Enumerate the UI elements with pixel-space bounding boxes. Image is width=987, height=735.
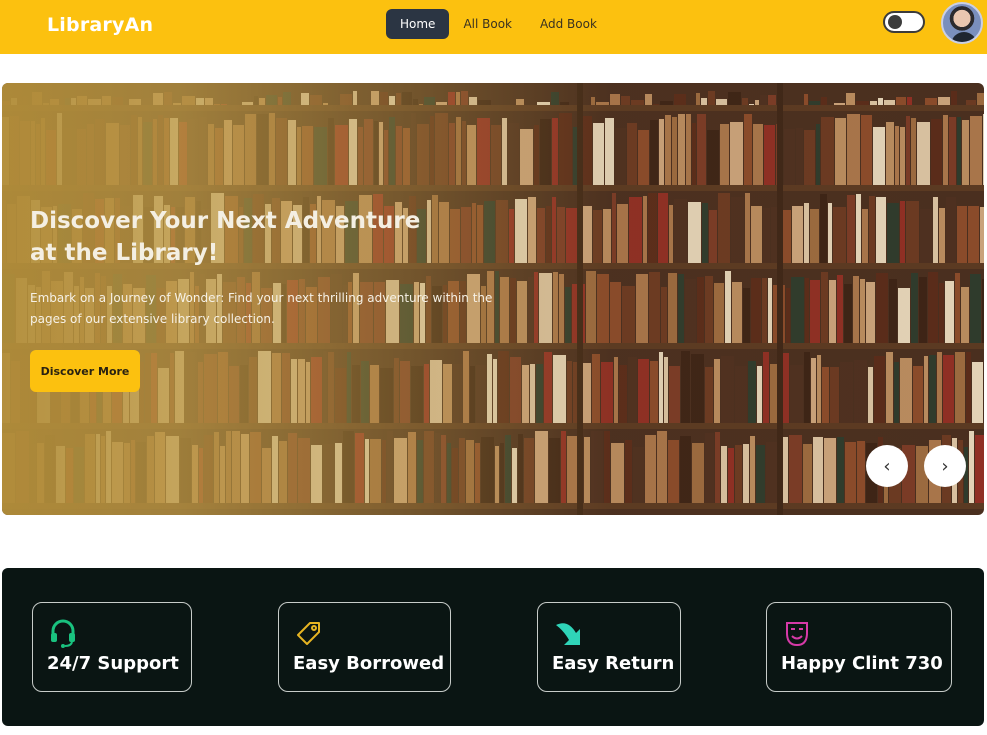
- feature-label: Easy Return: [552, 653, 675, 674]
- avatar[interactable]: [941, 2, 983, 44]
- nav-link-all-book[interactable]: All Book: [449, 9, 526, 39]
- carousel-next-button[interactable]: ›: [924, 445, 966, 487]
- headset-icon: [51, 619, 75, 648]
- masks-icon: [786, 622, 808, 647]
- feature-label: Easy Borrowed: [293, 653, 445, 674]
- nav-links: Home All Book Add Book: [386, 9, 611, 39]
- nav-link-home[interactable]: Home: [386, 9, 450, 39]
- hero-title: Discover Your Next Adventure at the Libr…: [30, 208, 421, 266]
- hero-description: Embark on a Journey of Wonder: Find your…: [30, 291, 493, 326]
- feature-card-return: Easy Return: [537, 602, 681, 692]
- brand-logo[interactable]: LibraryAn: [47, 14, 153, 36]
- carousel-prev-button[interactable]: ‹: [866, 445, 908, 487]
- tag-icon: [297, 622, 320, 645]
- nav-link-add-book[interactable]: Add Book: [526, 9, 611, 39]
- chevron-left-icon: ‹: [883, 455, 891, 477]
- feature-card-happy-client: Happy Clint 730: [766, 602, 952, 692]
- return-arrow-icon: [556, 623, 580, 645]
- theme-toggle[interactable]: [883, 11, 925, 33]
- hero-banner: Discover Your Next Adventure at the Libr…: [2, 83, 984, 515]
- feature-card-support: 24/7 Support: [32, 602, 192, 692]
- features-section: 24/7 Support Easy Borrowed Easy Return H…: [2, 568, 984, 726]
- avatar-body: [951, 32, 977, 42]
- toggle-knob: [888, 15, 902, 29]
- feature-card-borrowed: Easy Borrowed: [278, 602, 451, 692]
- feature-label: Happy Clint 730: [781, 653, 943, 674]
- feature-label: 24/7 Support: [47, 653, 179, 674]
- navbar: LibraryAn Home All Book Add Book: [0, 0, 987, 54]
- discover-more-button[interactable]: Discover More: [30, 350, 140, 392]
- chevron-right-icon: ›: [941, 455, 949, 477]
